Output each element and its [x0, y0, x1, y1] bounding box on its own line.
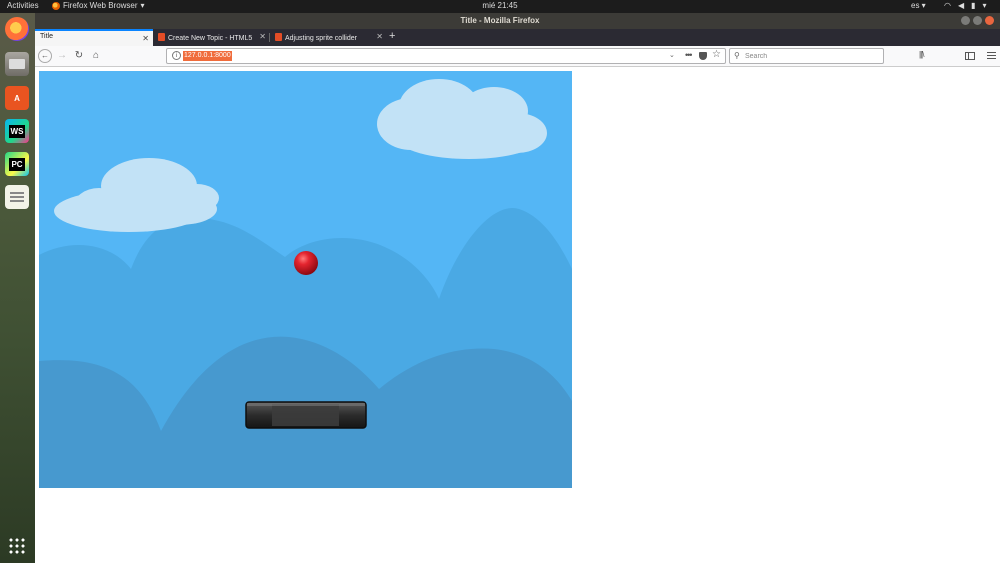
- software-icon[interactable]: A: [5, 86, 29, 110]
- tab-strip: Title ✕ Create New Topic - HTML5 ✕ Adjus…: [35, 29, 1000, 46]
- wifi-icon: ◠: [944, 1, 951, 10]
- gnome-top-bar: Activities Firefox Web Browser ▾ mié 21:…: [0, 0, 1000, 13]
- pocket-icon[interactable]: [699, 52, 707, 60]
- system-tray[interactable]: ◠ ◀ ▮ ▾: [944, 1, 987, 10]
- keyboard-layout-label: es: [911, 1, 920, 10]
- close-tab-icon[interactable]: ✕: [259, 32, 266, 41]
- new-tab-icon[interactable]: +: [389, 30, 395, 42]
- forward-button[interactable]: →: [55, 49, 69, 63]
- webstorm-icon[interactable]: WS: [5, 119, 29, 143]
- close-tab-icon[interactable]: ✕: [376, 32, 383, 41]
- html5-icon: [158, 33, 165, 41]
- search-box[interactable]: ⚲: [729, 48, 884, 64]
- clock[interactable]: mié 21:45: [0, 1, 1000, 10]
- pycharm-icon[interactable]: PC: [5, 152, 29, 176]
- window-titlebar[interactable]: Title - Mozilla Firefox: [35, 13, 1000, 29]
- info-icon[interactable]: i: [172, 51, 181, 60]
- tab-label: Create New Topic - HTML5: [168, 35, 253, 42]
- tab-label: Adjusting sprite collider: [285, 35, 357, 42]
- close-window-button[interactable]: [985, 16, 994, 25]
- back-button[interactable]: ←: [38, 49, 52, 63]
- url-bar[interactable]: i 127.0.0.1:8000 ⌄ ••• ☆: [166, 48, 726, 64]
- tab-label: Title: [40, 33, 53, 40]
- reload-button[interactable]: ↻: [72, 49, 86, 63]
- page-actions-icon[interactable]: •••: [685, 50, 693, 60]
- text-editor-icon[interactable]: [5, 185, 29, 209]
- paddle: [245, 401, 367, 429]
- chevron-down-icon: ▾: [982, 1, 987, 10]
- home-button[interactable]: ⌂: [89, 49, 103, 63]
- library-icon[interactable]: |||\: [919, 50, 925, 59]
- keyboard-layout-indicator[interactable]: es ▾: [911, 1, 926, 10]
- minimize-button[interactable]: [961, 16, 970, 25]
- files-icon[interactable]: [5, 52, 29, 76]
- firefox-icon[interactable]: [5, 17, 29, 41]
- search-input[interactable]: [745, 51, 880, 62]
- tab-create-new-topic[interactable]: Create New Topic - HTML5 ✕: [153, 29, 270, 46]
- battery-icon: ▮: [971, 1, 976, 10]
- game-canvas[interactable]: [39, 71, 572, 488]
- close-tab-icon[interactable]: ✕: [142, 34, 149, 43]
- navigation-toolbar: ← → ↻ ⌂ i 127.0.0.1:8000 ⌄ ••• ☆ ⚲ |||\: [35, 46, 1000, 67]
- url-text[interactable]: 127.0.0.1:8000: [183, 51, 232, 61]
- html5-icon: [275, 33, 282, 41]
- bookmark-star-icon[interactable]: ☆: [712, 49, 721, 60]
- sidebar-icon[interactable]: [965, 52, 975, 60]
- ball: [294, 251, 318, 275]
- chevron-down-icon[interactable]: ⌄: [669, 51, 675, 59]
- tab-title[interactable]: Title ✕: [35, 29, 153, 46]
- tab-adjusting-sprite-collider[interactable]: Adjusting sprite collider ✕: [270, 29, 387, 46]
- hamburger-menu-icon[interactable]: [987, 52, 996, 53]
- window-title: Title - Mozilla Firefox: [460, 16, 540, 25]
- show-apps-icon[interactable]: [8, 537, 26, 555]
- launcher-dock: A WS PC: [0, 13, 35, 563]
- search-icon: ⚲: [734, 51, 740, 60]
- maximize-button[interactable]: [973, 16, 982, 25]
- volume-icon: ◀: [957, 1, 965, 10]
